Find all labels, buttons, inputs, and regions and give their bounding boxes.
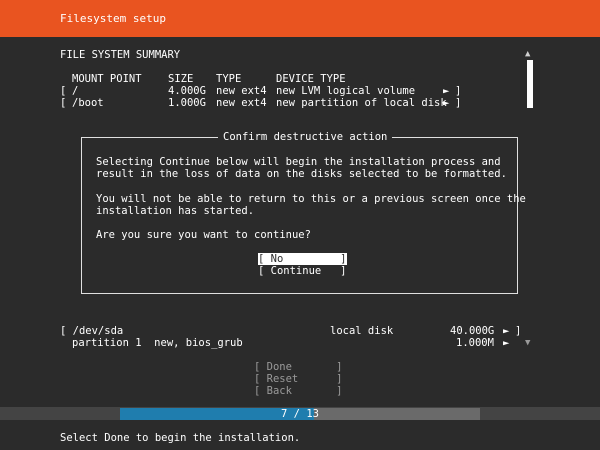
scroll-down-icon[interactable]: ▼: [525, 337, 530, 349]
back-button[interactable]: [ Back ]: [254, 385, 343, 397]
row-size: 1.000G: [168, 97, 206, 109]
chevron-right-icon[interactable]: ►: [503, 325, 509, 337]
scrollbar-thumb[interactable]: [527, 60, 533, 108]
row-bracket-open: [: [60, 97, 67, 109]
row-type: new ext4: [216, 85, 267, 97]
confirm-dialog: Confirm destructive action Selecting Con…: [81, 131, 526, 294]
partition-label: partition 1 new, bios_grub: [72, 337, 243, 349]
partition-size: 1.000M: [456, 337, 494, 349]
column-type: TYPE: [216, 73, 242, 85]
row-device-type: new partition of local disk: [276, 97, 447, 109]
dialog-text-line: You will not be able to return to this o…: [96, 193, 526, 205]
header-bar: Filesystem setup: [0, 0, 600, 37]
continue-button[interactable]: [ Continue ]: [258, 265, 347, 277]
row-device-type: new LVM logical volume: [276, 85, 416, 97]
page-title: Filesystem setup: [60, 12, 166, 25]
device-size: 40.000G: [450, 325, 495, 337]
dialog-text-line: Selecting Continue below will begin the …: [96, 156, 501, 168]
row-bracket-close: ]: [515, 325, 522, 337]
dialog-text-line: Are you sure you want to continue?: [96, 229, 311, 241]
row-bracket-close: ]: [455, 85, 462, 97]
summary-title: FILE SYSTEM SUMMARY: [60, 49, 181, 61]
status-message: Select Done to begin the installation.: [60, 432, 301, 444]
row-mount: /boot: [72, 97, 104, 109]
row-bracket-close: ]: [455, 97, 462, 109]
row-type: new ext4: [216, 97, 267, 109]
progress-text: 7 / 13: [281, 408, 319, 420]
row-size: 4.000G: [168, 85, 206, 97]
device-label: [ /dev/sda: [60, 325, 124, 337]
no-button[interactable]: [ No ]: [258, 253, 347, 265]
chevron-right-icon[interactable]: ►: [443, 85, 449, 97]
row-bracket-open: [: [60, 85, 67, 97]
column-size: SIZE: [168, 73, 194, 85]
scroll-up-icon[interactable]: ▲: [525, 48, 530, 60]
reset-button[interactable]: [ Reset ]: [254, 373, 343, 385]
dialog-title: Confirm destructive action: [218, 131, 393, 144]
chevron-right-icon[interactable]: ►: [503, 337, 509, 349]
column-mount-point: MOUNT POINT: [72, 73, 142, 85]
row-mount: /: [72, 85, 79, 97]
dialog-text-line: installation has started.: [96, 205, 255, 217]
done-button[interactable]: [ Done ]: [254, 361, 343, 373]
device-kind: local disk: [330, 325, 394, 337]
column-device-type: DEVICE TYPE: [276, 73, 346, 85]
dialog-text-line: result in the loss of data on the disks …: [96, 168, 507, 180]
chevron-right-icon[interactable]: ►: [443, 97, 449, 109]
